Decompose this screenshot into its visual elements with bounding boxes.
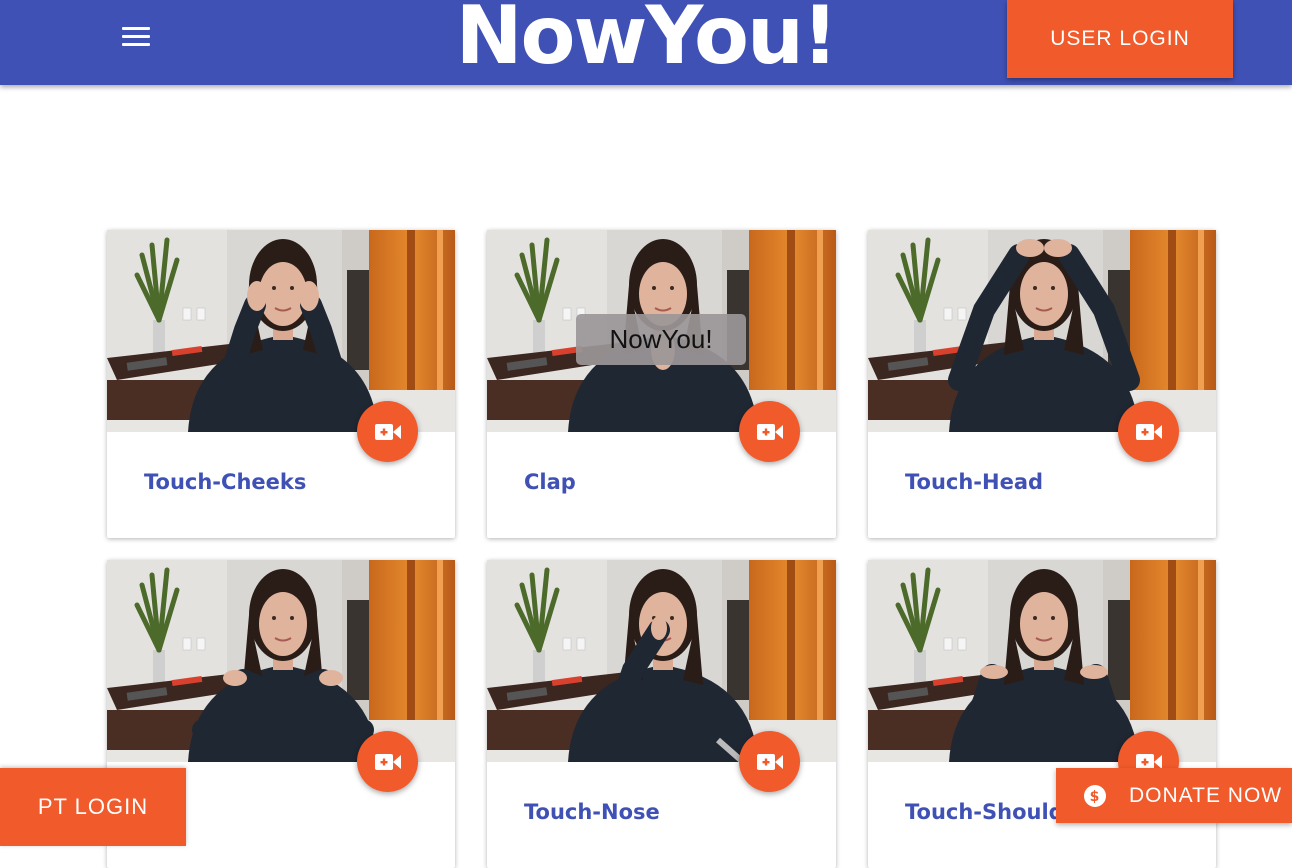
- donate-label: DONATE NOW: [1129, 783, 1283, 807]
- exercise-thumbnail[interactable]: [107, 230, 455, 432]
- exercise-thumbnail[interactable]: [868, 230, 1216, 432]
- video-camera-icon: [374, 423, 401, 440]
- exercise-thumbnail[interactable]: [868, 560, 1216, 762]
- video-camera-icon: [374, 753, 401, 770]
- record-video-button[interactable]: [357, 731, 418, 792]
- exercise-card[interactable]: Touch-Cheeks: [107, 230, 455, 538]
- exercise-thumbnail[interactable]: [107, 560, 455, 762]
- user-login-button[interactable]: USER LOGIN: [1007, 0, 1233, 78]
- dollar-circle-icon: $: [1084, 784, 1106, 807]
- exercise-thumbnail[interactable]: [487, 560, 836, 762]
- exercise-card[interactable]: Clap: [487, 230, 836, 538]
- pt-login-button[interactable]: PT LOGIN: [0, 768, 186, 846]
- exercise-card[interactable]: Touch-Head: [868, 230, 1216, 538]
- exercise-title: Touch-Cheeks: [144, 470, 307, 494]
- exercise-card[interactable]: Touch-Nose: [487, 560, 836, 868]
- record-video-button[interactable]: [739, 401, 800, 462]
- record-video-button[interactable]: [357, 401, 418, 462]
- hamburger-menu-icon[interactable]: [120, 24, 152, 50]
- video-camera-icon: [756, 423, 783, 440]
- video-camera-icon: [756, 753, 783, 770]
- tooltip: NowYou!: [576, 314, 746, 365]
- exercise-title: Touch-Should: [905, 800, 1064, 824]
- exercise-title: Touch-Nose: [524, 800, 660, 824]
- record-video-button[interactable]: [1118, 401, 1179, 462]
- donate-now-button[interactable]: $ DONATE NOW: [1056, 768, 1292, 823]
- record-video-button[interactable]: [739, 731, 800, 792]
- video-camera-icon: [1135, 423, 1162, 440]
- exercise-title: Clap: [524, 470, 576, 494]
- exercise-title: Touch-Head: [905, 470, 1044, 494]
- svg-text:$: $: [1090, 789, 1101, 805]
